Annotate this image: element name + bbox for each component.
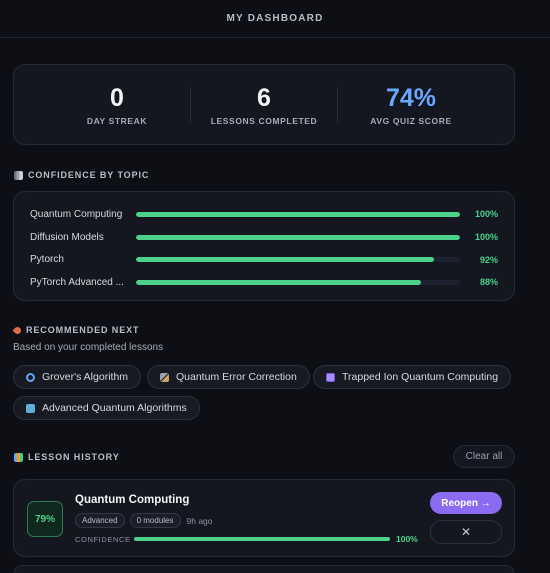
confidence-section-title: CONFIDENCE BY TOPIC (14, 170, 149, 180)
confidence-percent: 100% (474, 232, 498, 243)
chip-label: Grover's Algorithm (42, 371, 129, 383)
stat-lessons-completed: 6 LESSONS COMPLETED (191, 84, 337, 126)
chip-label: Trapped Ion Quantum Computing (342, 371, 499, 383)
confidence-percent: 88% (479, 277, 498, 288)
confidence-topic-label: PyTorch Advanced ... (30, 276, 124, 288)
lesson-history-card[interactable]: 79% Quantum Computing Advanced 0 modules… (13, 479, 515, 557)
lesson-title: Quantum Computing (75, 494, 190, 506)
confidence-bar-fill (135, 257, 435, 263)
lesson-history-card-next (13, 565, 515, 573)
reopen-button[interactable]: Reopen → (430, 492, 502, 514)
lesson-level-tag: Advanced (75, 513, 125, 528)
lesson-modules-tag: 0 modules (129, 513, 181, 528)
recommended-subtitle: Based on your completed lessons (13, 342, 164, 353)
chip-label: Quantum Error Correction (176, 371, 297, 383)
confidence-topic-label: Quantum Computing (30, 208, 123, 220)
history-section-title: LESSON HISTORY (14, 452, 120, 462)
atom-icon (326, 372, 335, 382)
confidence-bar-track (135, 257, 461, 263)
stat-value: 0 (110, 83, 124, 112)
stat-label: LESSONS COMPLETED (210, 115, 318, 126)
stat-label: DAY STREAK (86, 115, 148, 126)
lesson-confidence-fill (134, 537, 390, 541)
confidence-percent: 92% (479, 254, 498, 265)
section-title-text: RECOMMENDED NEXT (26, 325, 140, 335)
confidence-row: PyTorch Advanced ... 88% (30, 271, 498, 294)
stat-day-streak: 0 DAY STREAK (44, 84, 190, 126)
confidence-bar-fill (135, 279, 422, 285)
clear-all-button[interactable]: Clear all (453, 445, 515, 468)
lesson-tags: Advanced 0 modules 9h ago (75, 513, 213, 528)
confidence-row: Pytorch 92% (30, 248, 498, 271)
chip-label: Advanced Quantum Algorithms (42, 402, 187, 414)
confidence-bar-fill (135, 234, 461, 240)
confidence-row: Quantum Computing 100% (30, 203, 498, 226)
stat-label: AVG QUIZ SCORE (370, 115, 452, 126)
lesson-confidence-label: CONFIDENCE (75, 534, 131, 544)
confidence-topic-label: Diffusion Models (30, 231, 104, 243)
lesson-confidence: CONFIDENCE 100% (75, 534, 418, 544)
lesson-score-badge: 79% (27, 501, 63, 537)
tools-icon (160, 372, 169, 382)
recommended-chip[interactable]: Trapped Ion Quantum Computing (313, 365, 512, 389)
confidence-percent: 100% (474, 209, 498, 220)
recommended-section-title: RECOMMENDED NEXT (12, 325, 140, 335)
books-icon (14, 452, 23, 462)
section-title-text: LESSON HISTORY (28, 452, 120, 462)
recommended-chip[interactable]: Quantum Error Correction (147, 365, 310, 389)
bar-chart-icon (14, 170, 23, 180)
section-title-text: CONFIDENCE BY TOPIC (28, 170, 150, 180)
stat-value: 6 (257, 83, 271, 112)
confidence-topic-label: Pytorch (30, 254, 64, 266)
stat-avg-quiz-score: 74% AVG QUIZ SCORE (338, 84, 484, 126)
confidence-bar-fill (135, 211, 461, 217)
confidence-bar-track (135, 279, 461, 285)
lesson-confidence-track (134, 537, 390, 541)
lesson-time: 9h ago (186, 515, 213, 526)
lesson-confidence-percent: 100% (396, 534, 418, 544)
stats-card: 0 DAY STREAK 6 LESSONS COMPLETED 74% AVG… (13, 64, 515, 145)
confidence-card: Quantum Computing 100% Diffusion Models … (13, 191, 515, 301)
rocket-icon (12, 325, 23, 335)
confidence-bar-track (135, 211, 461, 217)
recommended-chip[interactable]: Grover's Algorithm (13, 365, 142, 389)
stat-value: 74% (385, 83, 437, 112)
page-title: MY DASHBOARD (226, 13, 324, 24)
recommended-chip[interactable]: Advanced Quantum Algorithms (13, 396, 200, 420)
confidence-bar-track (135, 234, 461, 240)
confidence-row: Diffusion Models 100% (30, 226, 498, 249)
magnifier-icon (26, 372, 35, 382)
top-bar: MY DASHBOARD (0, 0, 550, 38)
close-icon: ✕ (460, 525, 472, 539)
book-icon (26, 403, 35, 413)
dismiss-button[interactable]: ✕ (430, 520, 502, 544)
